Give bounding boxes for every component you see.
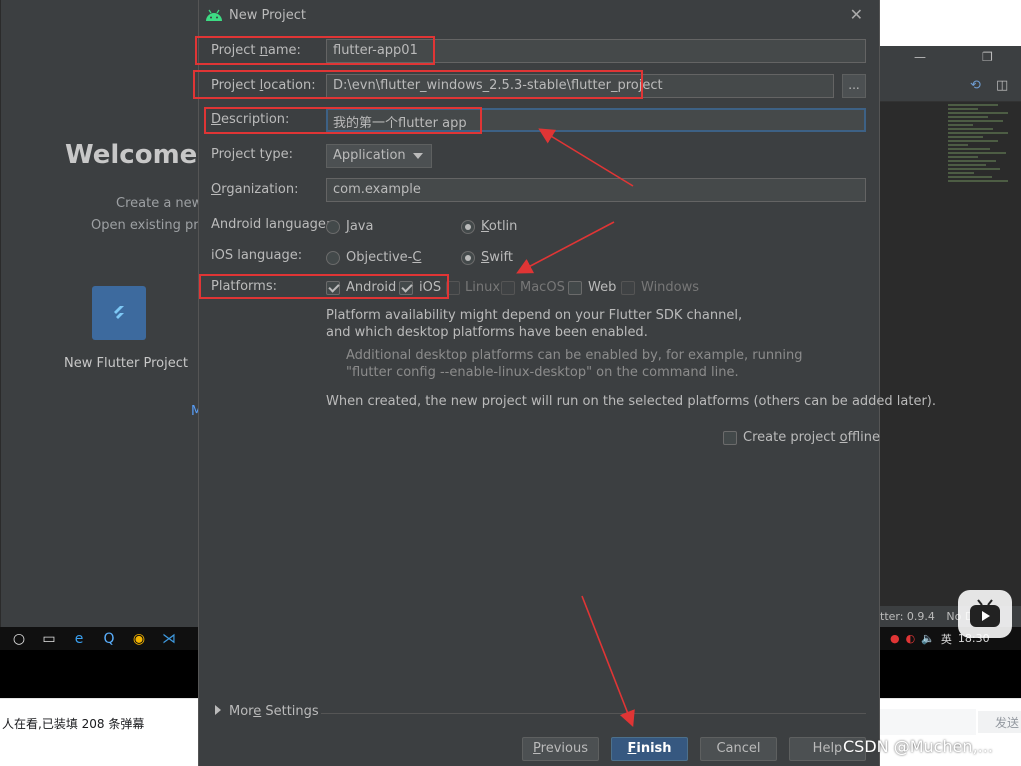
project-type-select[interactable]: Application (326, 144, 432, 168)
option-swift-label: Swift (481, 250, 513, 265)
record-icon[interactable]: ● (890, 632, 900, 645)
tray-app-icon[interactable]: ◐ (906, 632, 916, 645)
send-button[interactable]: 发送 (978, 711, 1021, 733)
more-settings-divider (321, 713, 866, 714)
organization-input[interactable]: com.example (326, 178, 866, 202)
sync-icon[interactable]: ⟲ (970, 78, 981, 93)
option-java-label: Java (346, 219, 374, 234)
more-settings-toggle[interactable]: More Settings (215, 704, 319, 719)
edge-icon[interactable]: e (70, 631, 88, 647)
organization-label: Organization: (211, 182, 299, 197)
ide-window-controls: — ❐ (880, 46, 1021, 72)
option-objective-c-label: Objective-C (346, 250, 422, 265)
danmaku-input[interactable] (880, 709, 976, 735)
volume-icon[interactable]: 🔈 (921, 632, 935, 645)
platform-info-line1: Platform availability might depend on yo… (326, 308, 743, 323)
android-language-label: Android language: (211, 217, 331, 232)
platform-linux-label: Linux (465, 280, 501, 295)
radio-swift[interactable] (461, 251, 475, 265)
platform-hint-line2: "flutter config --enable-linux-desktop" … (346, 365, 739, 380)
status-flutter-version: tter: 0.9.4 (880, 610, 935, 623)
android-icon (206, 9, 222, 21)
background-ide-right: — ❐ ⟲ ◫ tter: 0.9.4 No Dev (880, 46, 1021, 650)
create-offline-label: Create project offline (743, 430, 880, 445)
annotation-box-project-location (193, 70, 643, 99)
dialog-title: New Project (229, 7, 306, 23)
ios-language-label: iOS language: (211, 248, 303, 263)
code-minimap (948, 102, 1018, 342)
annotation-box-platforms (199, 274, 449, 299)
video-player-icon[interactable] (958, 590, 1012, 638)
radio-kotlin[interactable] (461, 220, 475, 234)
split-view-icon[interactable]: ◫ (996, 78, 1008, 93)
welcome-open-line: Open existing proj (91, 218, 210, 233)
radio-objective-c[interactable] (326, 251, 340, 265)
windows-taskbar-left: ○ ▭ e Q ◉ ⋊ (0, 627, 200, 650)
vscode-icon[interactable]: ⋊ (160, 631, 178, 647)
platform-web-label: Web (588, 280, 617, 295)
annotation-box-description (204, 107, 482, 134)
welcome-create-line: Create a new (116, 196, 203, 211)
finish-button[interactable]: Finish (611, 737, 688, 761)
chevron-down-icon (413, 153, 423, 159)
dialog-titlebar: New Project ✕ (199, 0, 881, 30)
ide-toolbar: ⟲ ◫ (880, 72, 1021, 102)
flutter-icon (114, 306, 124, 319)
browse-location-button[interactable]: ... (842, 74, 866, 98)
minimize-icon[interactable]: — (914, 50, 926, 64)
option-kotlin-label: Kotlin (481, 219, 518, 234)
cancel-button[interactable]: Cancel (700, 737, 777, 761)
chrome-icon[interactable]: ◉ (130, 631, 148, 647)
platform-macos-label: MacOS (520, 280, 565, 295)
platform-hint-line1: Additional desktop platforms can be enab… (346, 348, 803, 363)
platform-windows-label: Windows (641, 280, 700, 295)
platform-info-line3: When created, the new project will run o… (326, 394, 937, 409)
more-settings-label: More Settings (229, 704, 319, 719)
welcome-title: Welcome t (65, 140, 219, 170)
previous-button[interactable]: Previous (522, 737, 599, 761)
project-type-label: Project type: (211, 147, 294, 162)
search-app-icon[interactable]: Q (100, 631, 118, 647)
restore-icon[interactable]: ❐ (982, 50, 993, 64)
viewer-count-text: 人在看,已装填 208 条弹幕 (2, 717, 145, 731)
chevron-right-icon (215, 705, 221, 715)
cortana-icon[interactable]: ○ (10, 631, 28, 647)
annotation-box-project-name (195, 36, 435, 65)
csdn-watermark: CSDN @Muchen,... (843, 737, 993, 756)
platform-info-line2: and which desktop platforms have been en… (326, 325, 648, 340)
task-view-icon[interactable]: ▭ (40, 631, 58, 647)
checkbox-windows (621, 281, 635, 295)
radio-java[interactable] (326, 220, 340, 234)
close-icon[interactable]: ✕ (850, 5, 863, 24)
language-indicator[interactable]: 英 (941, 631, 952, 647)
checkbox-macos (501, 281, 515, 295)
new-flutter-project-tile[interactable] (92, 286, 146, 340)
checkbox-create-offline[interactable] (723, 431, 737, 445)
background-welcome-window: Welcome t Create a new Open existing pro… (0, 0, 219, 627)
new-flutter-project-label: New Flutter Project (64, 356, 188, 371)
project-type-value: Application (333, 148, 406, 163)
tv-play-icon (970, 599, 1000, 627)
checkbox-web[interactable] (568, 281, 582, 295)
